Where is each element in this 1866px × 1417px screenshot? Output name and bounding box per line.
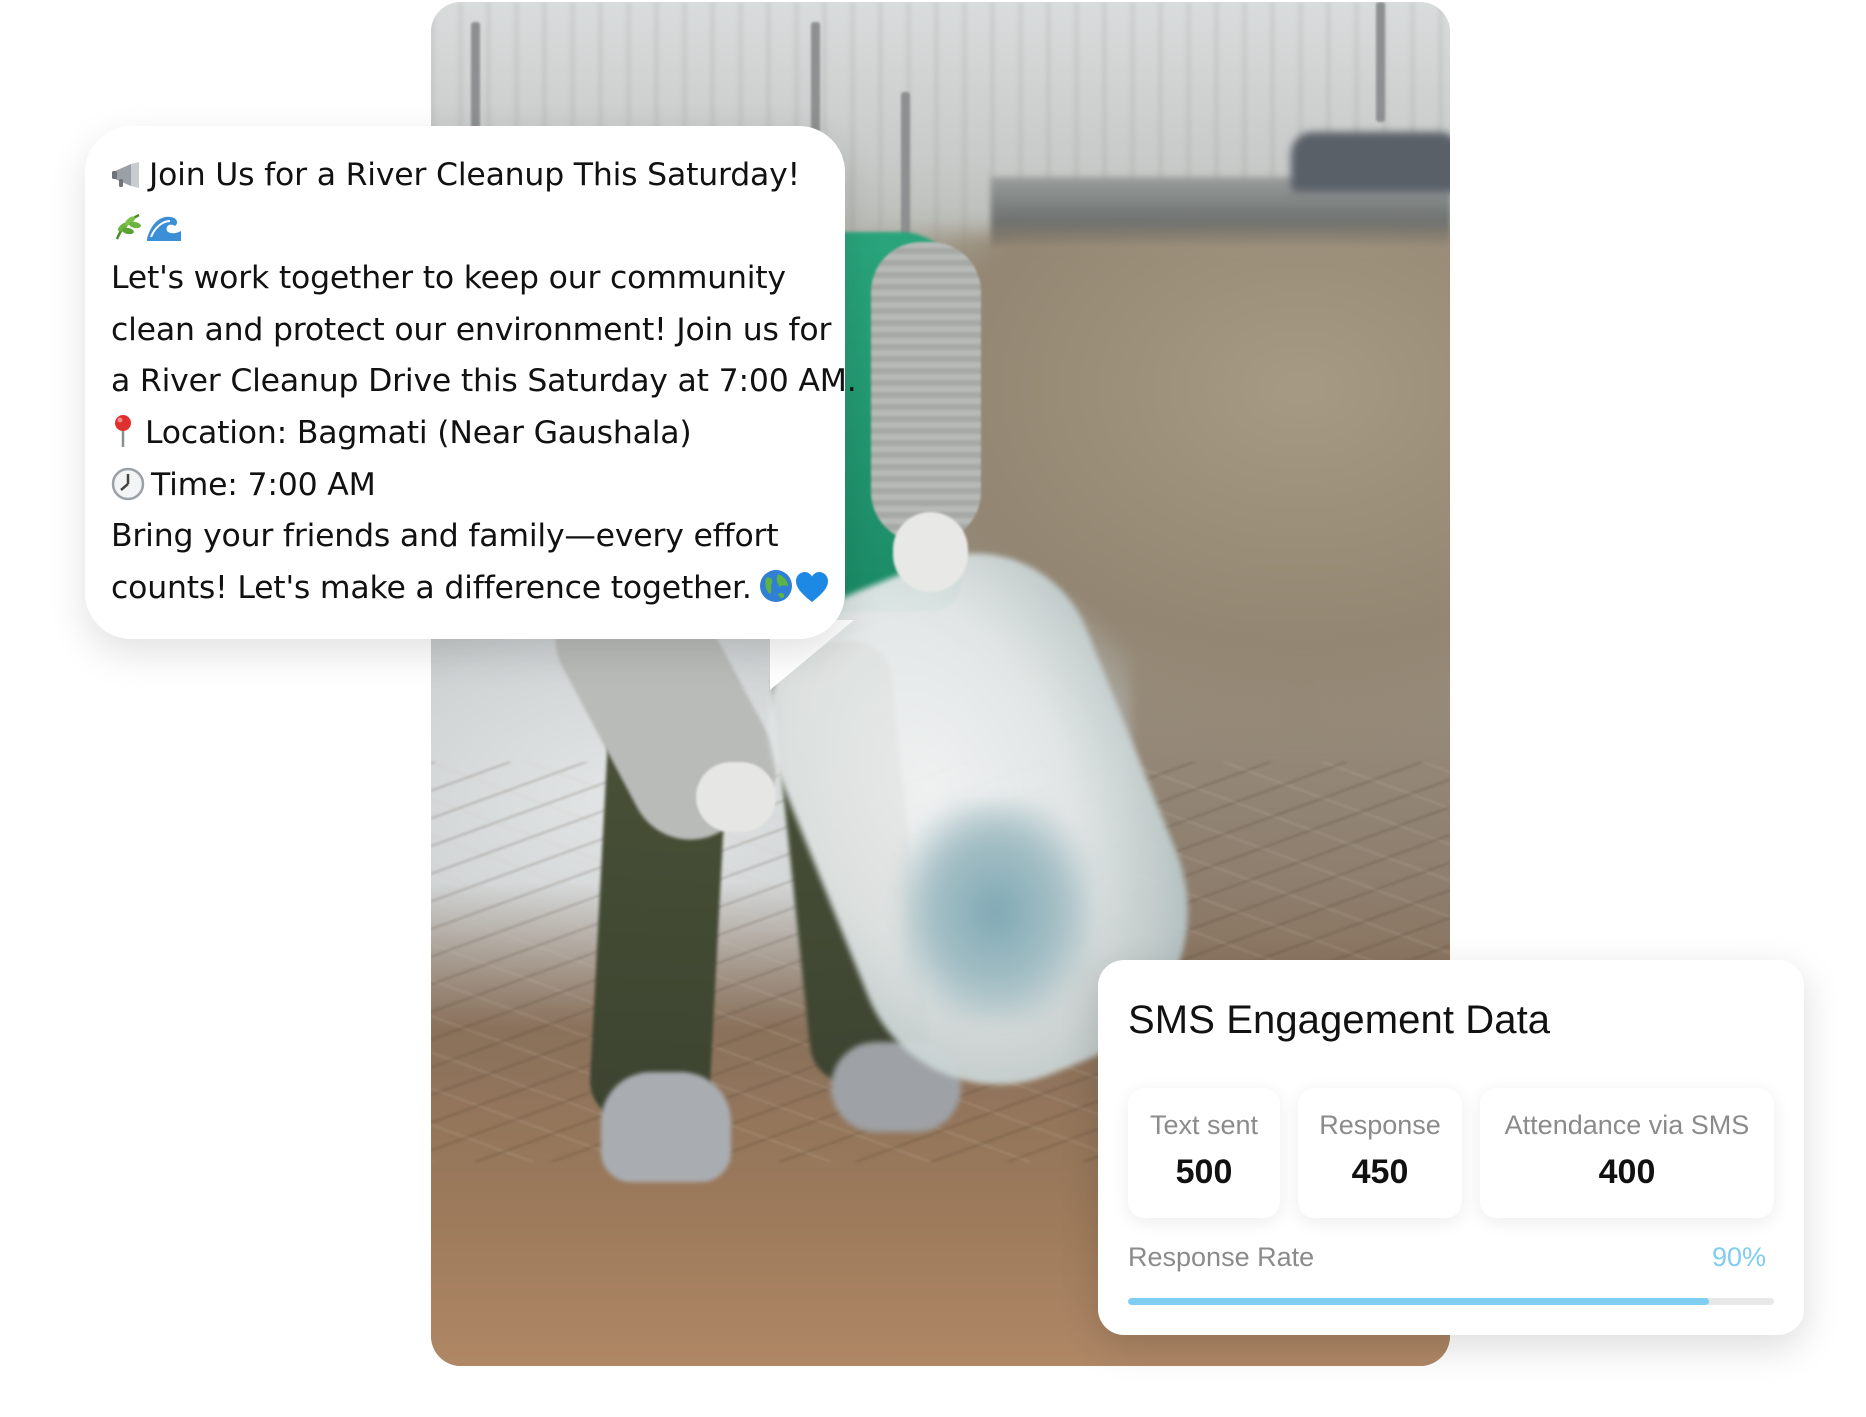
- water-wave-icon: [147, 216, 181, 241]
- megaphone-icon: [112, 162, 139, 188]
- message-body-line: Let's work together to keep our communit…: [111, 260, 786, 297]
- photo-pole: [1376, 2, 1385, 122]
- message-location-line: Location: Bagmati (Near Gaushala): [111, 408, 821, 460]
- globe-icon: [759, 569, 792, 602]
- message-time: Time: 7:00 AM: [151, 466, 376, 503]
- response-rate-progress-fill: [1128, 1298, 1710, 1305]
- response-rate-label: Response Rate: [1128, 1242, 1315, 1272]
- message-closing-line: counts! Let's make a difference together…: [111, 563, 828, 615]
- message-body-line: clean and protect our environment! Join …: [111, 311, 832, 348]
- herb-icon: [115, 213, 141, 240]
- response-rate-progress-track: [1128, 1298, 1774, 1305]
- message-title-line: Join Us for a River Cleanup This Saturda…: [111, 150, 821, 202]
- stat-attendance-via-sms: Attendance via SMS 400: [1480, 1088, 1774, 1218]
- photo-person-glove: [893, 512, 968, 592]
- photo-person-glove: [696, 762, 776, 832]
- message-title-emoji-line: [111, 202, 821, 254]
- message-closing-line: Bring your friends and family—every effo…: [111, 518, 779, 555]
- photo-car: [1291, 132, 1450, 192]
- message-closing: counts! Let's make a difference together…: [111, 569, 752, 606]
- stat-value: 400: [1598, 1153, 1656, 1191]
- marketing-illustration: Join Us for a River Cleanup This Saturda…: [0, 0, 1866, 1417]
- sms-message-bubble: Join Us for a River Cleanup This Saturda…: [85, 126, 857, 639]
- photo-person-shoe: [601, 1072, 731, 1182]
- photo-trash-bag-contents: [901, 802, 1091, 1022]
- sms-engagement-card: SMS Engagement Data Text sent 500 Respon…: [1098, 960, 1804, 1335]
- round-pushpin-icon: [115, 414, 131, 447]
- clock-icon: [111, 467, 145, 500]
- photo-person-sleeve: [871, 242, 981, 542]
- message-body-line: a River Cleanup Drive this Saturday at 7…: [111, 363, 857, 400]
- stat-label: Text sent: [1149, 1110, 1259, 1140]
- message-time-line: Time: 7:00 AM: [111, 460, 821, 512]
- stat-response: Response 450: [1298, 1088, 1462, 1218]
- blue-heart-icon: [795, 571, 828, 602]
- message-location: Location: Bagmati (Near Gaushala): [145, 414, 692, 451]
- stat-value: 500: [1175, 1153, 1233, 1191]
- stat-value: 450: [1351, 1153, 1409, 1191]
- stat-label: Attendance via SMS: [1504, 1110, 1750, 1140]
- message-title: Join Us for a River Cleanup This Saturda…: [149, 157, 800, 193]
- stat-label: Response: [1319, 1110, 1441, 1140]
- photo-pole: [471, 22, 480, 142]
- card-title: SMS Engagement Data: [1128, 998, 1551, 1042]
- response-rate-value: 90%: [1711, 1242, 1766, 1272]
- stat-text-sent: Text sent 500: [1128, 1088, 1280, 1218]
